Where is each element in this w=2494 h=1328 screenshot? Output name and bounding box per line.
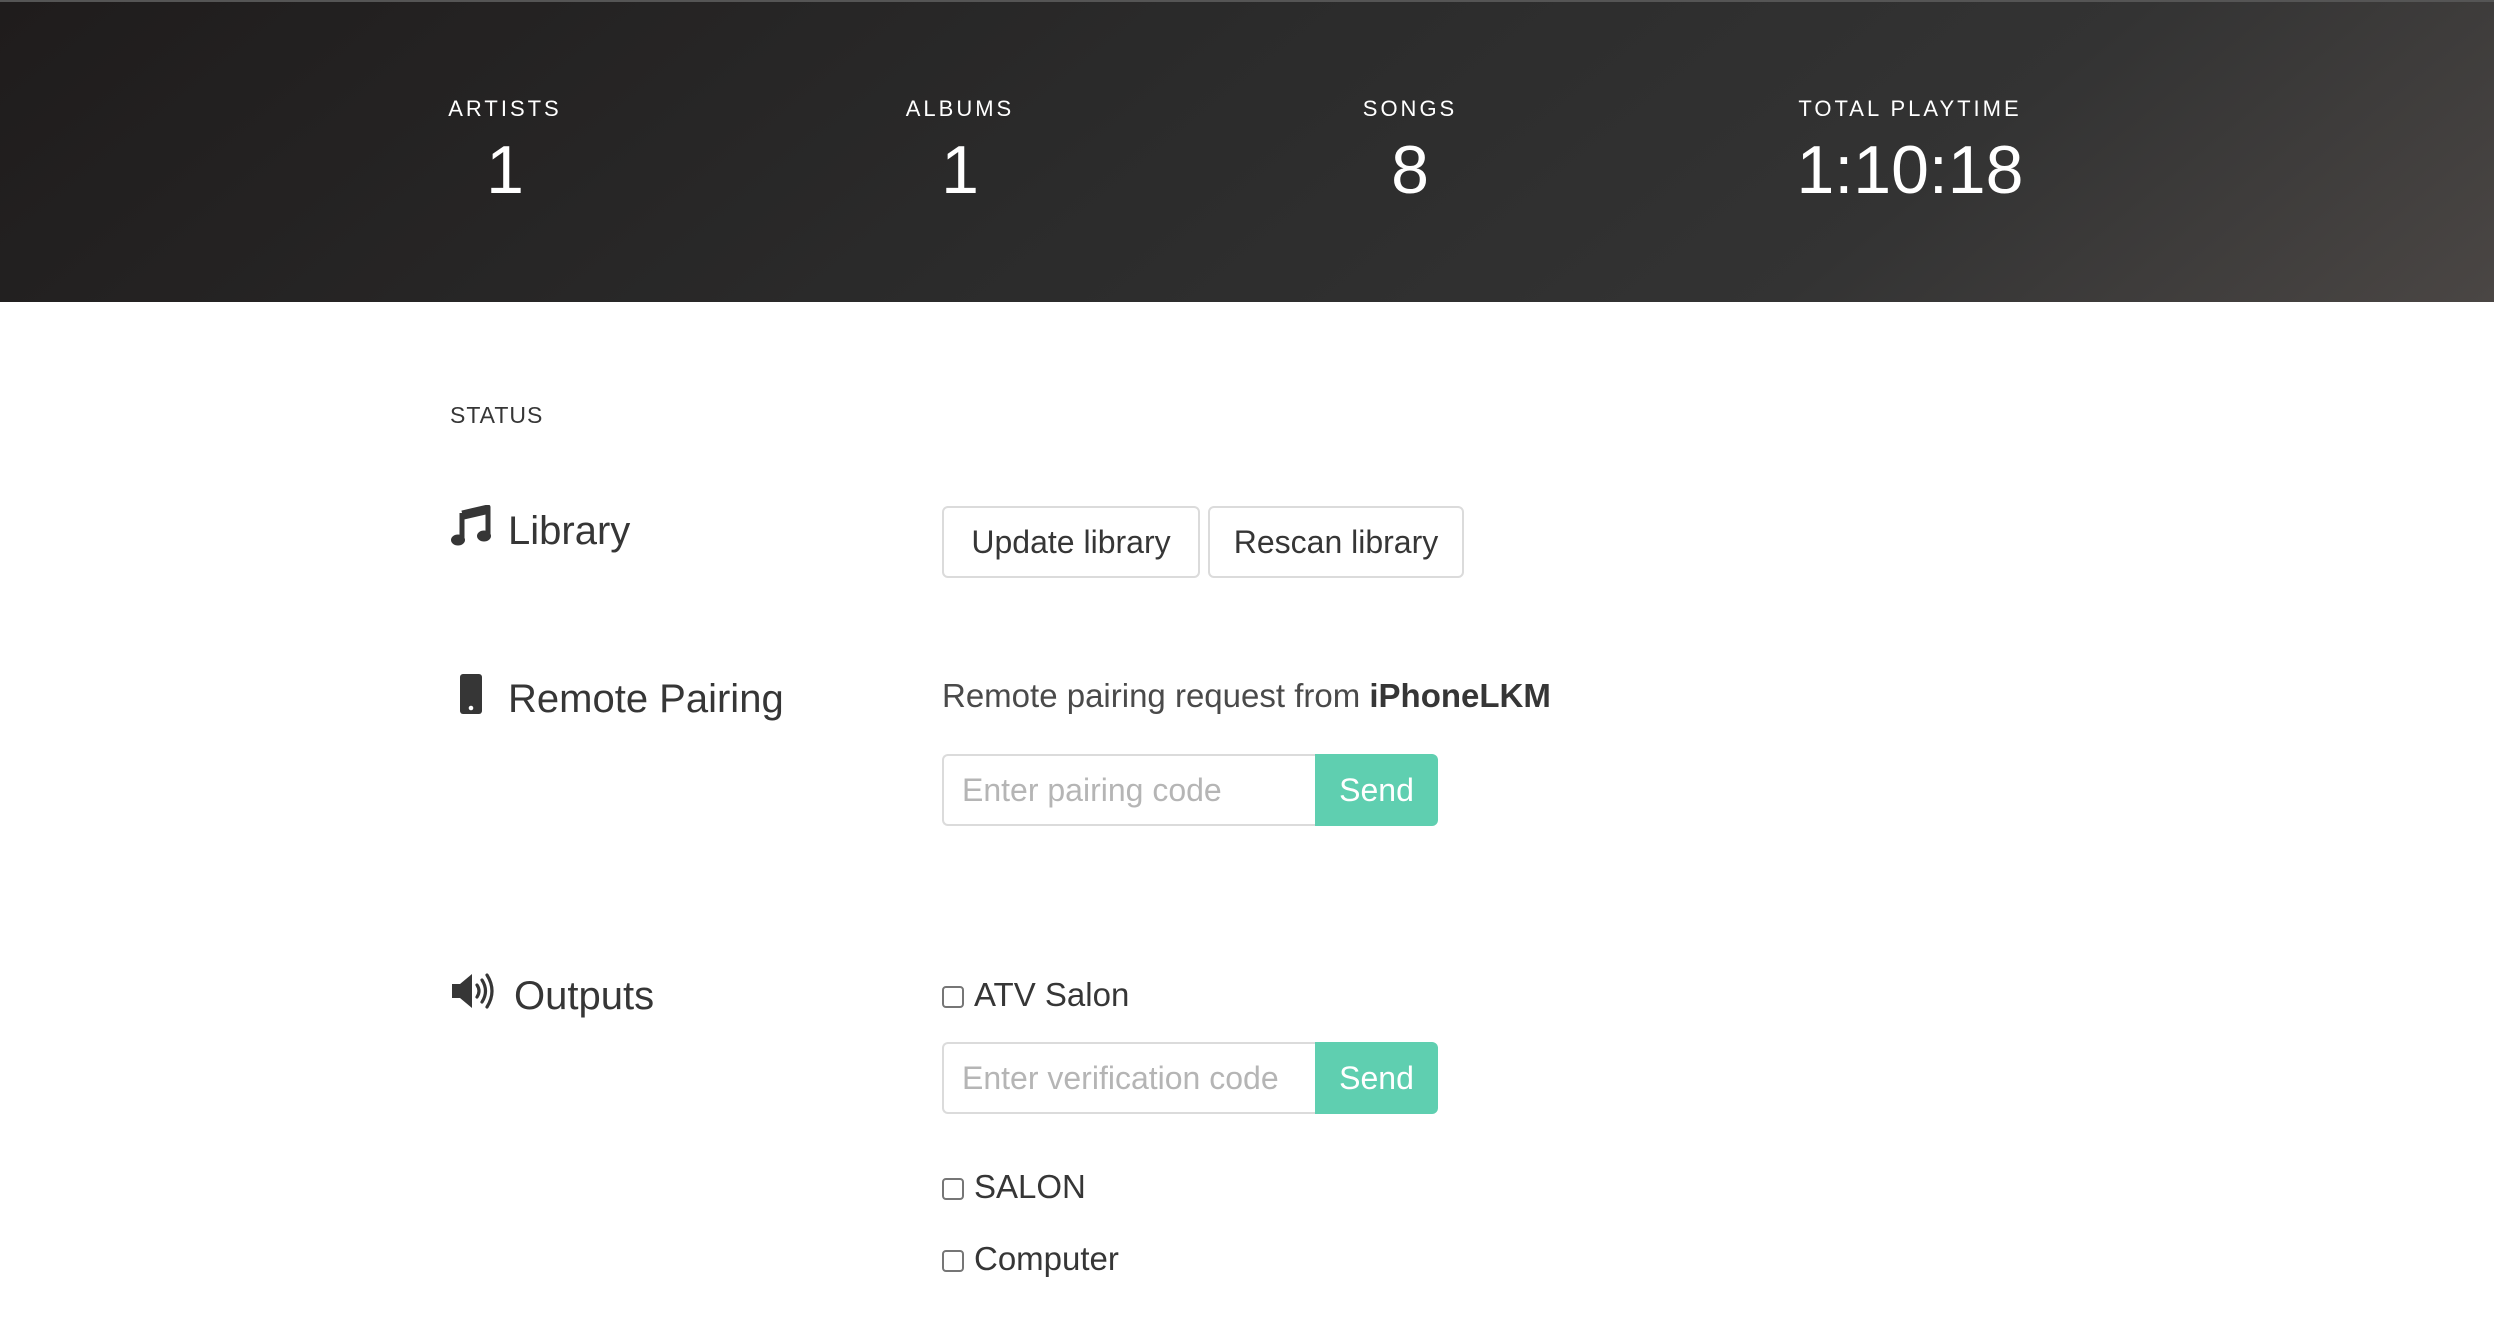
stat-artists: Artists 1 [445,96,565,204]
music-note-icon [450,504,508,557]
stat-artists-label: Artists [448,96,562,121]
pairing-request-prefix: Remote pairing request from [942,677,1361,714]
output-computer-checkbox[interactable] [942,1250,964,1272]
stat-playtime: Total playtime 1:10:18 [1790,96,2030,204]
stat-playtime-label: Total playtime [1798,96,2022,121]
outputs-label: Outputs [514,973,655,1018]
pairing-request-text: Remote pairing request from iPhoneLKM [942,677,1551,715]
outputs-row-label: Outputs [450,970,654,1022]
stat-artists-value: 1 [486,132,524,208]
rescan-library-button[interactable]: Rescan library [1208,506,1464,578]
stat-songs: Songs 8 [1350,96,1470,204]
stat-albums-value: 1 [941,132,979,208]
output-computer[interactable]: Computer [942,1240,1119,1278]
pairing-send-button[interactable]: Send [1315,754,1438,826]
output-atv-salon-label: ATV Salon [974,976,1130,1013]
stat-albums: Albums 1 [900,96,1020,204]
remote-pairing-row-label: Remote Pairing [450,673,784,725]
output-atv-salon-checkbox[interactable] [942,986,964,1008]
verification-code-input[interactable] [942,1042,1315,1114]
pairing-code-input[interactable] [942,754,1315,826]
verification-send-button[interactable]: Send [1315,1042,1438,1114]
library-row-label: Library [450,504,631,557]
status-heading: Status [450,402,544,428]
stats-banner: Artists 1 Albums 1 Songs 8 Total playtim… [0,0,2494,302]
pairing-device-name: iPhoneLKM [1369,677,1551,714]
library-label: Library [508,508,631,553]
stat-playtime-value: 1:10:18 [1796,132,2024,208]
output-salon-checkbox[interactable] [942,1178,964,1200]
output-computer-label: Computer [974,1240,1119,1277]
speaker-volume-icon [450,970,514,1022]
remote-pairing-label: Remote Pairing [508,676,784,721]
stat-albums-label: Albums [905,96,1015,121]
stat-songs-value: 8 [1391,132,1429,208]
output-atv-salon[interactable]: ATV Salon [942,976,1129,1014]
output-salon-label: SALON [974,1168,1086,1205]
stat-songs-label: Songs [1362,96,1458,121]
output-salon[interactable]: SALON [942,1168,1086,1206]
verification-code-form: Send [942,1042,1438,1114]
mobile-phone-icon [450,673,508,725]
pairing-code-form: Send [942,754,1438,826]
update-library-button[interactable]: Update library [942,506,1200,578]
